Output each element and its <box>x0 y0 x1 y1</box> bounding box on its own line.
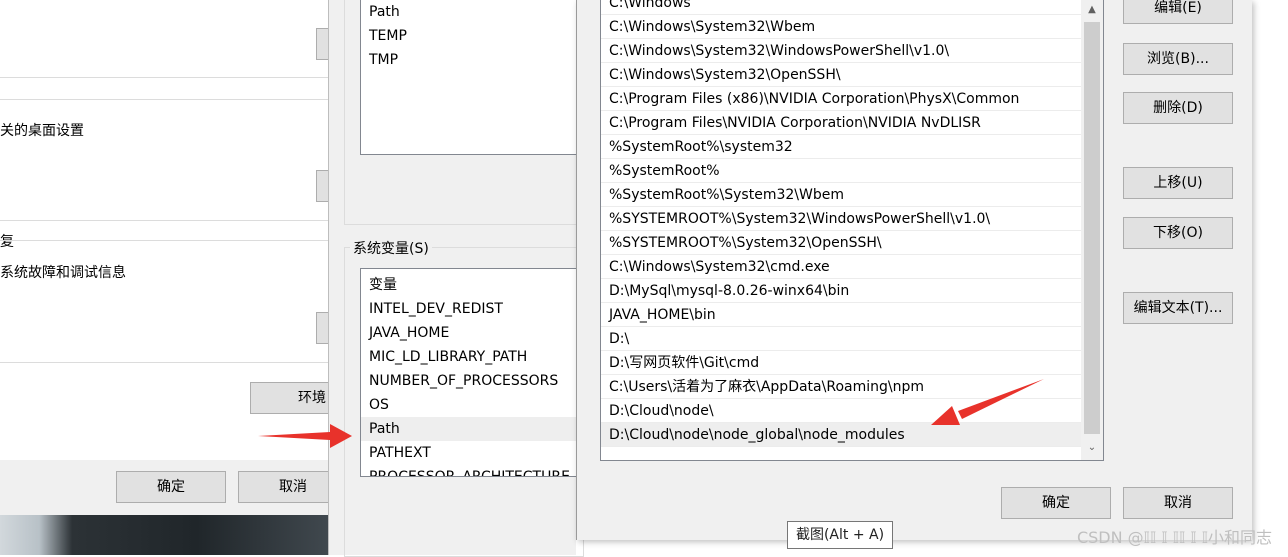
path-entry[interactable]: %SystemRoot%\system32 <box>601 135 1081 159</box>
path-entry[interactable]: %SystemRoot%\System32\Wbem <box>601 183 1081 207</box>
path-entry[interactable]: %SYSTEMROOT%\System32\OpenSSH\ <box>601 231 1081 255</box>
path-entry[interactable]: C:\Program Files (x86)\NVIDIA Corporatio… <box>601 87 1081 111</box>
path-entry-selected[interactable]: D:\Cloud\node\node_global\node_modules <box>601 423 1081 447</box>
divider <box>0 77 328 78</box>
divider <box>0 220 328 221</box>
path-entry[interactable]: D:\MySql\mysql-8.0.26-winx64\bin <box>601 279 1081 303</box>
move-down-button[interactable]: 下移(O) <box>1123 217 1233 249</box>
browse-button[interactable]: 浏览(B)... <box>1123 43 1233 75</box>
path-entry[interactable]: JAVA_HOME\bin <box>601 303 1081 327</box>
system-var-row[interactable]: NUMBER_OF_PROCESSORS <box>369 369 558 393</box>
user-var-tmp[interactable]: TMP <box>369 48 398 72</box>
edit-button[interactable]: 编辑(E) <box>1123 0 1233 24</box>
path-entry[interactable]: D:\Cloud\node\ <box>601 399 1081 423</box>
watermark: CSDN @𝕀𝕀 𝕀 𝕀𝕀 𝕀 𝕀小和同志 <box>1076 528 1272 547</box>
path-entry[interactable]: C:\Windows\System32\Wbem <box>601 15 1081 39</box>
path-entry[interactable]: C:\Program Files\NVIDIA Corporation\NVID… <box>601 111 1081 135</box>
desktop-background <box>0 515 328 555</box>
user-profiles-desc: 关的桌面设置 <box>0 123 84 139</box>
path-entry[interactable]: %SYSTEMROOT%\System32\WindowsPowerShell\… <box>601 207 1081 231</box>
user-var-temp[interactable]: TEMP <box>369 24 407 48</box>
path-entry[interactable]: C:\Users\活着为了麻衣\AppData\Roaming\npm <box>601 375 1081 399</box>
user-profiles-settings-button[interactable] <box>316 170 328 202</box>
path-entry[interactable]: %SystemRoot% <box>601 159 1081 183</box>
path-entry[interactable]: D:\写网页软件\Git\cmd <box>601 351 1081 375</box>
path-entry[interactable]: C:\Windows\System32\cmd.exe <box>601 255 1081 279</box>
vertical-scrollbar[interactable]: ▲ ⌄ <box>1081 0 1103 460</box>
performance-settings-button[interactable] <box>316 28 328 60</box>
divider <box>0 99 328 100</box>
system-var-row[interactable]: PROCESSOR_ARCHITECTURE <box>369 465 570 476</box>
system-var-row[interactable]: JAVA_HOME <box>369 321 449 345</box>
move-up-button[interactable]: 上移(U) <box>1123 167 1233 199</box>
system-var-row[interactable]: MIC_LD_LIBRARY_PATH <box>369 345 527 369</box>
scrollbar-thumb[interactable] <box>1084 22 1100 434</box>
system-var-row[interactable]: OS <box>369 393 389 417</box>
path-entry[interactable]: D:\ <box>601 327 1081 351</box>
delete-button[interactable]: 删除(D) <box>1123 92 1233 124</box>
cancel-button[interactable]: 取消 <box>1123 487 1233 519</box>
system-var-row[interactable]: INTEL_DEV_REDIST <box>369 297 503 321</box>
user-variables-list[interactable]: Path TEMP TMP <box>360 0 590 155</box>
path-entry[interactable]: C:\Windows <box>601 0 1081 15</box>
system-variables-label: 系统变量(S) <box>350 238 432 258</box>
ok-button[interactable]: 确定 <box>1001 487 1111 519</box>
column-header-variable[interactable]: 变量 <box>369 273 397 297</box>
chevron-down-icon[interactable]: ⌄ <box>1081 438 1103 458</box>
system-var-row[interactable]: PATHEXT <box>369 441 431 465</box>
edit-text-button[interactable]: 编辑文本(T)... <box>1123 292 1233 324</box>
environment-variables-window: Path TEMP TMP 系统变量(S) 变量 INTEL_DEV_REDIS… <box>328 0 590 557</box>
system-properties-window: 关的桌面设置 复 系统故障和调试信息 环境 确定 取消 <box>0 0 328 515</box>
user-var-path[interactable]: Path <box>369 0 400 24</box>
cancel-button[interactable]: 取消 <box>238 471 328 503</box>
chevron-up-icon[interactable]: ▲ <box>1081 0 1103 20</box>
startup-recovery-settings-button[interactable] <box>316 312 328 344</box>
ok-button[interactable]: 确定 <box>116 471 226 503</box>
edit-environment-variable-dialog: C:\Windows C:\Windows\System32\Wbem C:\W… <box>576 0 1252 540</box>
path-entry[interactable]: C:\Windows\System32\WindowsPowerShell\v1… <box>601 39 1081 63</box>
advanced-tab-panel: 关的桌面设置 复 系统故障和调试信息 环境 <box>0 0 328 460</box>
divider <box>0 240 328 241</box>
screenshot-tooltip: 截图(Alt + A) <box>787 521 893 549</box>
system-variables-list[interactable]: 变量 INTEL_DEV_REDIST JAVA_HOME MIC_LD_LIB… <box>360 268 590 477</box>
divider <box>0 362 328 363</box>
system-var-row-selected[interactable]: Path <box>361 417 589 441</box>
startup-recovery-desc: 系统故障和调试信息 <box>0 265 126 281</box>
environment-variables-button[interactable]: 环境 <box>250 382 328 414</box>
startup-recovery-heading: 复 <box>0 234 14 250</box>
path-entries-list[interactable]: C:\Windows C:\Windows\System32\Wbem C:\W… <box>600 0 1104 461</box>
path-entry[interactable]: C:\Windows\System32\OpenSSH\ <box>601 63 1081 87</box>
